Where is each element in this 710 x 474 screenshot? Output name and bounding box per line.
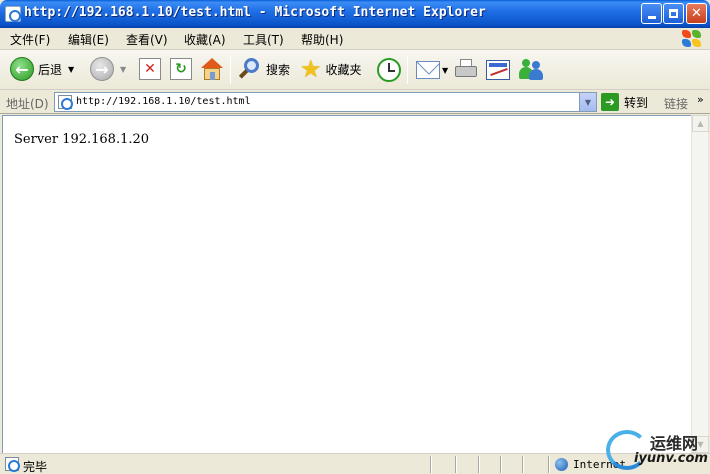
address-input[interactable]: http://192.168.1.10/test.html ▼ — [54, 92, 597, 112]
print-button[interactable] — [454, 59, 478, 79]
address-label: 地址(D) — [6, 97, 49, 111]
stop-button[interactable]: ✕ — [139, 58, 161, 80]
menu-help[interactable]: 帮助(H) — [301, 31, 343, 48]
stop-icon: ✕ — [139, 58, 161, 80]
watermark-en: iyunv.com — [634, 451, 708, 466]
back-label: 后退 — [38, 62, 63, 77]
history-button[interactable] — [377, 58, 401, 82]
favorites-label: 收藏夹 — [325, 62, 362, 77]
address-url[interactable]: http://192.168.1.10/test.html — [76, 96, 251, 107]
status-divider — [430, 456, 432, 473]
go-button[interactable]: ➜ 转到 — [601, 93, 648, 111]
ie-page-icon — [5, 457, 20, 472]
star-icon: ★ — [300, 55, 322, 83]
edit-icon — [486, 60, 510, 80]
chevron-down-icon: ▼ — [584, 97, 592, 107]
messenger-icon — [518, 58, 544, 80]
mail-icon — [416, 61, 440, 79]
menu-edit[interactable]: 编辑(E) — [68, 31, 109, 48]
page-content: Server 192.168.1.20 — [2, 115, 691, 453]
minimize-button[interactable] — [641, 3, 662, 24]
mail-dropdown-icon[interactable]: ▼ — [442, 66, 448, 75]
internet-globe-icon — [555, 458, 568, 471]
back-dropdown-icon[interactable]: ▼ — [68, 65, 74, 74]
watermark-logo: 运维网 iyunv.com — [606, 428, 710, 474]
printer-icon — [454, 59, 478, 79]
menu-tools[interactable]: 工具(T) — [243, 31, 284, 48]
links-chevron-icon[interactable]: » — [697, 93, 704, 106]
edit-button[interactable] — [486, 60, 510, 80]
status-divider — [548, 456, 550, 473]
address-dropdown-button[interactable]: ▼ — [579, 93, 596, 111]
mail-button[interactable]: ▼ — [416, 61, 448, 79]
close-button[interactable]: ✕ — [686, 3, 707, 24]
menu-bar: 文件(F) 编辑(E) 查看(V) 收藏(A) 工具(T) 帮助(H) — [0, 28, 710, 50]
menu-view[interactable]: 查看(V) — [126, 31, 168, 48]
ie-page-icon — [5, 6, 21, 22]
go-label: 转到 — [624, 95, 649, 110]
search-label: 搜索 — [266, 62, 291, 77]
toolbar-separator — [407, 56, 408, 84]
home-icon — [200, 57, 224, 81]
close-icon: ✕ — [691, 6, 702, 21]
search-icon — [238, 57, 262, 81]
status-divider — [478, 456, 480, 473]
window-title: http://192.168.1.10/test.html - Microsof… — [24, 5, 486, 20]
minimize-icon — [647, 16, 656, 19]
maximize-button[interactable] — [663, 3, 684, 24]
back-arrow-icon: ← — [10, 57, 34, 81]
status-divider — [522, 456, 524, 473]
scroll-up-icon: ▲ — [697, 119, 704, 128]
status-text: 完毕 — [23, 460, 48, 474]
search-button[interactable]: 搜索 — [238, 57, 290, 81]
address-bar: 地址(D) http://192.168.1.10/test.html ▼ ➜ … — [0, 91, 710, 114]
links-button[interactable]: 链接 — [664, 95, 688, 112]
ie-page-icon — [58, 95, 73, 110]
menu-favorites[interactable]: 收藏(A) — [184, 31, 226, 48]
back-button[interactable]: ← 后退 ▼ — [10, 57, 74, 81]
refresh-icon: ↻ — [170, 58, 192, 80]
forward-dropdown-icon[interactable]: ▼ — [120, 65, 126, 74]
refresh-button[interactable]: ↻ — [170, 58, 192, 80]
favorites-button[interactable]: ★ 收藏夹 — [300, 57, 362, 81]
toolbar-separator — [230, 56, 231, 84]
forward-arrow-icon: → — [90, 57, 114, 81]
maximize-icon — [669, 9, 678, 18]
messenger-button[interactable] — [518, 58, 544, 80]
windows-logo-icon — [681, 29, 703, 49]
status-divider — [500, 456, 502, 473]
scroll-up-button[interactable]: ▲ — [692, 115, 709, 132]
menu-file[interactable]: 文件(F) — [10, 31, 50, 48]
status-divider — [455, 456, 457, 473]
home-button[interactable] — [200, 57, 224, 81]
forward-button[interactable]: → ▼ — [90, 57, 126, 81]
go-arrow-icon: ➜ — [601, 93, 619, 111]
page-text: Server 192.168.1.20 — [14, 132, 150, 147]
vertical-scrollbar[interactable]: ▲ ▼ — [691, 115, 709, 453]
standard-toolbar: ← 后退 ▼ → ▼ ✕ ↻ 搜索 ★ 收藏夹 ▼ — [0, 50, 710, 90]
status-bar: 完毕 Internet — [0, 453, 710, 474]
history-icon — [377, 58, 401, 82]
title-bar[interactable]: http://192.168.1.10/test.html - Microsof… — [0, 0, 710, 28]
